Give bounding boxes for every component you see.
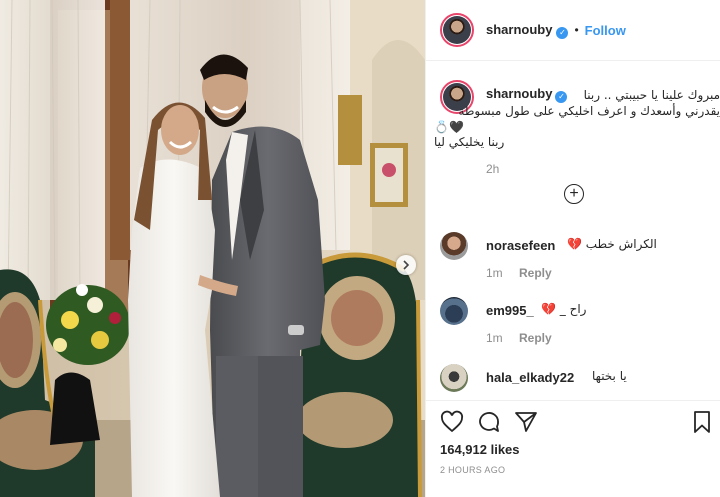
comment-text: راح _ 💔 — [541, 302, 587, 316]
caption-line-1: مبروك علينا يا حبيبتي .. ربنا — [583, 88, 720, 102]
post-image — [0, 0, 425, 497]
caption-time: 2h — [486, 162, 500, 176]
comment-icon[interactable] — [477, 410, 501, 434]
reply-button[interactable]: Reply — [519, 331, 552, 345]
comment: norasefeen الكراش خطب 💔 1m Reply — [440, 232, 708, 282]
comment-text: الكراش خطب 💔 — [567, 237, 657, 251]
verified-badge-icon: ✓ — [556, 26, 569, 39]
commenter-username[interactable]: hala_elkady22 — [486, 370, 574, 385]
like-count[interactable]: 164,912 likes — [440, 442, 520, 457]
chevron-right-icon — [403, 260, 410, 270]
caption-line-2: يقدرني وأسعدك و اعرف اخليكي على طول مبسو… — [458, 104, 720, 118]
comment-text: يا بختها — [592, 369, 627, 383]
comment: em995_ راح _ 💔 1m Reply — [440, 297, 708, 347]
share-icon[interactable] — [514, 410, 538, 434]
post-header: sharnouby ✓ • Follow — [426, 0, 720, 61]
caption-line-4: ربنا يخليكي ليا — [434, 135, 505, 149]
comment-time: 1m — [486, 266, 503, 280]
bookmark-icon[interactable] — [690, 410, 714, 434]
heart-icon[interactable] — [440, 410, 464, 434]
author-username[interactable]: sharnouby ✓ — [486, 22, 569, 39]
reply-button[interactable]: Reply — [519, 266, 552, 280]
post-timestamp: 2 HOURS AGO — [440, 465, 506, 475]
author-avatar[interactable] — [440, 13, 474, 47]
commenter-username[interactable]: norasefeen — [486, 238, 555, 253]
post-side-panel: sharnouby ✓ • Follow sharnouby ✓ مبروك علي… — [425, 0, 720, 497]
post-photo[interactable] — [0, 0, 425, 497]
commenter-avatar[interactable] — [440, 232, 468, 260]
next-photo-button[interactable] — [396, 255, 416, 275]
commenter-username[interactable]: em995_ — [486, 303, 534, 318]
comment-time: 1m — [486, 331, 503, 345]
commenter-avatar[interactable] — [440, 297, 468, 325]
load-more-comments-button[interactable]: + — [564, 184, 584, 204]
follow-button[interactable]: Follow — [585, 23, 626, 38]
caption-author-username[interactable]: sharnouby ✓ — [486, 86, 568, 103]
commenter-avatar[interactable] — [440, 364, 468, 392]
caption-line-3: 💍🖤 — [434, 120, 464, 134]
verified-badge-icon: ✓ — [555, 91, 568, 103]
action-bar: 164,912 likes 2 HOURS AGO — [426, 400, 720, 497]
separator-dot: • — [574, 23, 579, 37]
